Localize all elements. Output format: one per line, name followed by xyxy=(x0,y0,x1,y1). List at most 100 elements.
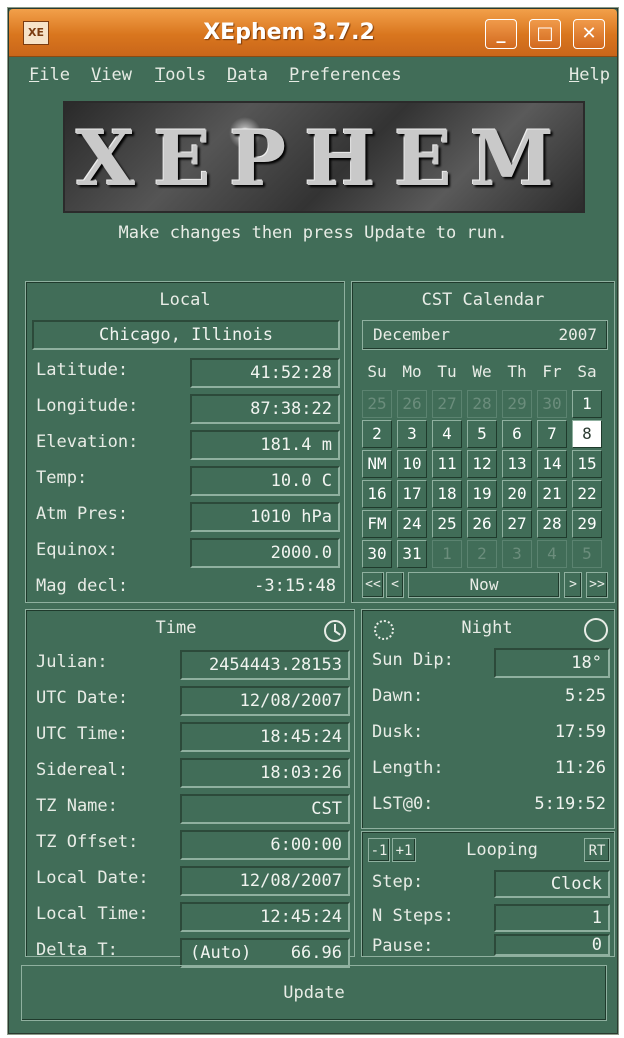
n-steps-label: N Steps: xyxy=(372,906,454,926)
dawn-label: Dawn: xyxy=(372,686,424,706)
next-year-button[interactable]: >> xyxy=(586,572,608,598)
maximize-button[interactable]: □ xyxy=(529,19,561,49)
sun-dip-field[interactable]: 18° xyxy=(494,648,610,678)
calendar-day[interactable]: 11 xyxy=(432,450,462,478)
menu-help[interactable]: Help xyxy=(569,65,610,85)
calendar-day[interactable]: 10 xyxy=(397,450,427,478)
equinox-label: Equinox: xyxy=(36,540,118,560)
calendar-day[interactable]: FM xyxy=(362,510,392,538)
equinox-field[interactable]: 2000.0 xyxy=(190,538,340,568)
delta-t-label: Delta T: xyxy=(36,940,118,960)
close-button[interactable]: ✕ xyxy=(573,19,605,49)
pause-field[interactable]: 0 xyxy=(494,934,610,956)
calendar-day[interactable]: 13 xyxy=(502,450,532,478)
utc-date-label: UTC Date: xyxy=(36,688,129,708)
calendar-day[interactable]: 16 xyxy=(362,480,392,508)
longitude-label: Longitude: xyxy=(36,396,139,416)
calendar-day[interactable]: 5 xyxy=(572,540,602,568)
calendar-day[interactable]: 2 xyxy=(467,540,497,568)
calendar-day[interactable]: 6 xyxy=(502,420,532,448)
latitude-field[interactable]: 41:52:28 xyxy=(190,358,340,388)
site-field[interactable]: Chicago, Illinois xyxy=(32,320,340,350)
calendar-day[interactable]: 27 xyxy=(502,510,532,538)
calendar-day[interactable]: 2 xyxy=(362,420,392,448)
calendar-day[interactable]: 7 xyxy=(537,420,567,448)
calendar-day[interactable]: 19 xyxy=(467,480,497,508)
calendar-day[interactable]: 29 xyxy=(572,510,602,538)
prev-month-button[interactable]: < xyxy=(386,572,404,598)
step-forward-button[interactable]: +1 xyxy=(392,838,416,862)
calendar-day[interactable]: 5 xyxy=(467,420,497,448)
clock-icon[interactable] xyxy=(324,620,346,642)
next-month-button[interactable]: > xyxy=(564,572,582,598)
calendar-day[interactable]: 21 xyxy=(537,480,567,508)
calendar-day[interactable]: 30 xyxy=(537,390,567,418)
calendar-day[interactable]: 4 xyxy=(537,540,567,568)
utc-time-field[interactable]: 18:45:24 xyxy=(180,722,350,752)
menu-file[interactable]: File xyxy=(29,65,70,85)
calendar-day[interactable]: 14 xyxy=(537,450,567,478)
calendar-day[interactable]: 25 xyxy=(362,390,392,418)
n-steps-field[interactable]: 1 xyxy=(494,904,610,932)
moon-icon xyxy=(584,618,608,642)
calendar-day[interactable]: 4 xyxy=(432,420,462,448)
calendar-day[interactable]: 18 xyxy=(432,480,462,508)
tz-offset-label: TZ Offset: xyxy=(36,832,139,852)
delta-t-field[interactable]: (Auto) 66.96 xyxy=(180,938,350,968)
calendar-day[interactable]: 17 xyxy=(397,480,427,508)
local-date-label: Local Date: xyxy=(36,868,149,888)
title-bar[interactable]: XE XEphem 3.7.2 _ □ ✕ xyxy=(9,9,617,57)
calendar-day[interactable]: 24 xyxy=(397,510,427,538)
temp-field[interactable]: 10.0 C xyxy=(190,466,340,496)
prev-year-button[interactable]: << xyxy=(362,572,384,598)
calendar-day[interactable]: 25 xyxy=(432,510,462,538)
calendar-day[interactable]: 8 xyxy=(572,420,602,448)
calendar-day[interactable]: 26 xyxy=(467,510,497,538)
utc-date-field[interactable]: 12/08/2007 xyxy=(180,686,350,716)
calendar-day[interactable]: 3 xyxy=(397,420,427,448)
calendar-day[interactable]: 22 xyxy=(572,480,602,508)
sidereal-field[interactable]: 18:03:26 xyxy=(180,758,350,788)
calendar-day[interactable]: 27 xyxy=(432,390,462,418)
calendar-day[interactable]: 12 xyxy=(467,450,497,478)
calendar-day[interactable]: NM xyxy=(362,450,392,478)
calendar-day[interactable]: 29 xyxy=(502,390,532,418)
calendar-day[interactable]: 28 xyxy=(537,510,567,538)
calendar-day[interactable]: 1 xyxy=(572,390,602,418)
minimize-button[interactable]: _ xyxy=(485,19,517,49)
local-time-label: Local Time: xyxy=(36,904,149,924)
now-button[interactable]: Now xyxy=(408,572,560,598)
julian-field[interactable]: 2454443.28153 xyxy=(180,650,350,680)
menu-view[interactable]: View xyxy=(91,65,132,85)
menu-tools[interactable]: Tools xyxy=(155,65,206,85)
main-window: XE XEphem 3.7.2 _ □ ✕ File View Tools Da… xyxy=(8,8,618,1034)
looping-title: Looping xyxy=(466,840,538,860)
calendar-year: 2007 xyxy=(558,325,597,344)
calendar-day[interactable]: 31 xyxy=(397,540,427,568)
delta-t-value: 66.96 xyxy=(290,943,342,963)
local-time-field[interactable]: 12:45:24 xyxy=(180,902,350,932)
step-back-button[interactable]: -1 xyxy=(368,838,390,862)
local-date-field[interactable]: 12/08/2007 xyxy=(180,866,350,896)
elevation-field[interactable]: 181.4 m xyxy=(190,430,340,460)
calendar-day[interactable]: 15 xyxy=(572,450,602,478)
tz-offset-field[interactable]: 6:00:00 xyxy=(180,830,350,860)
mag-decl-label: Mag decl: xyxy=(36,576,129,596)
calendar-day[interactable]: 3 xyxy=(502,540,532,568)
calendar-day[interactable]: 26 xyxy=(397,390,427,418)
tz-name-field[interactable]: CST xyxy=(180,794,350,824)
step-field[interactable]: Clock xyxy=(494,870,610,898)
calendar-day[interactable]: 20 xyxy=(502,480,532,508)
menu-data[interactable]: Data xyxy=(227,65,268,85)
longitude-field[interactable]: 87:38:22 xyxy=(190,394,340,424)
pause-label: Pause: xyxy=(372,936,434,956)
atm-pres-field[interactable]: 1010 hPa xyxy=(190,502,340,532)
update-button[interactable]: Update xyxy=(21,965,607,1021)
step-label: Step: xyxy=(372,872,424,892)
calendar-day[interactable]: 1 xyxy=(432,540,462,568)
calendar-day[interactable]: 28 xyxy=(467,390,497,418)
calendar-day[interactable]: 30 xyxy=(362,540,392,568)
realtime-button[interactable]: RT xyxy=(584,838,610,862)
menu-preferences[interactable]: Preferences xyxy=(289,65,402,85)
month-year-selector[interactable]: December 2007 xyxy=(362,320,608,350)
